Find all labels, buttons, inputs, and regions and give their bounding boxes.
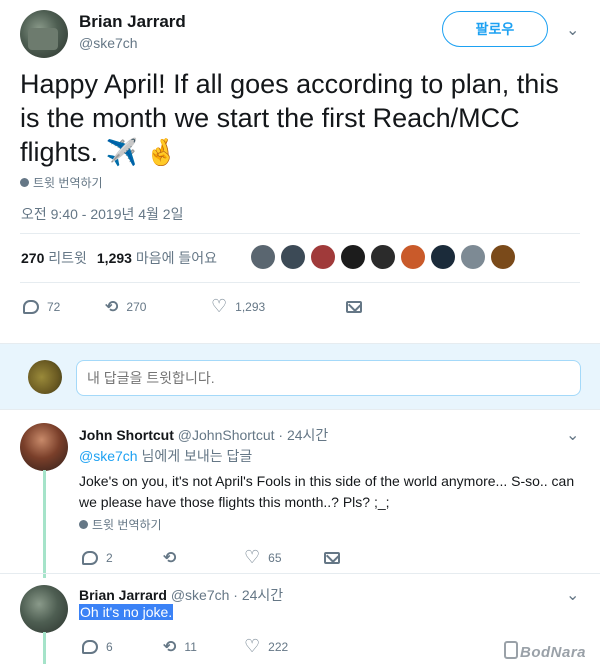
retweet-count: 11 (184, 639, 197, 654)
like-button[interactable]: ♡ 1,293 (211, 296, 346, 317)
tweet-text: Happy April! If all goes according to pl… (20, 67, 585, 169)
reply-count: 6 (106, 639, 113, 654)
liker-avatars (251, 245, 515, 269)
follow-button[interactable]: 팔로우 (442, 11, 548, 47)
heart-icon: ♡ (244, 636, 261, 656)
tweet-actions: 72 ⟲ 270 ♡ 1,293 (23, 296, 362, 317)
watermark: BodNara (520, 644, 587, 661)
reply-button[interactable]: 6 (82, 639, 163, 654)
watermark-icon (504, 641, 518, 659)
tweet-timestamp[interactable]: 오전 9:40 - 2019년 4월 2일 (21, 204, 183, 224)
liker-avatar[interactable] (281, 245, 305, 269)
like-stat-count: 1,293 (96, 250, 132, 266)
globe-icon (79, 520, 88, 529)
reply-author-name: John Shortcut (79, 427, 174, 443)
translate-label: 트윗 번역하기 (33, 176, 103, 190)
reply-text: Oh it's no joke. (79, 602, 584, 623)
like-stat[interactable]: 1,293 마음에 들어요 (97, 248, 217, 268)
reply-icon (82, 550, 98, 565)
reply-author-handle: @JohnShortcut (177, 427, 275, 443)
retweet-icon: ⟲ (163, 638, 177, 656)
reply-count: 72 (47, 299, 61, 314)
reply-button[interactable]: 72 (23, 299, 105, 314)
liker-avatar[interactable] (401, 245, 425, 269)
divider (20, 233, 580, 234)
retweet-icon: ⟲ (163, 549, 177, 567)
reply-time[interactable]: · 24시간 (278, 427, 328, 443)
reply-actions: 6 ⟲ 11 ♡ 222 (82, 636, 324, 657)
reply-text: Joke's on you, it's not April's Fools in… (79, 473, 575, 510)
main-tweet: Brian Jarrard @ske7ch 팔로우 ⌄ Happy April!… (0, 0, 600, 343)
retweet-icon: ⟲ (105, 298, 119, 316)
translate-link[interactable]: 트윗 번역하기 (79, 516, 162, 533)
liker-avatar[interactable] (461, 245, 485, 269)
tweet-stats: 270 리트윗 1,293 마음에 들어요 (21, 248, 217, 268)
retweet-button[interactable]: ⟲ (163, 548, 244, 568)
reply-icon (23, 299, 39, 314)
envelope-icon (324, 551, 340, 564)
liker-avatar[interactable] (371, 245, 395, 269)
divider (20, 282, 580, 283)
liker-avatar[interactable] (491, 245, 515, 269)
retweet-button[interactable]: ⟲ 11 (163, 637, 244, 657)
chevron-down-icon[interactable]: ⌄ (566, 20, 579, 40)
author-name[interactable]: Brian Jarrard (79, 12, 186, 32)
reply-icon (82, 639, 98, 654)
reply-mention[interactable]: @ske7ch (79, 448, 138, 464)
like-button[interactable]: ♡ 222 (244, 636, 324, 657)
retweet-stat-count: 270 (21, 250, 45, 266)
reply-text-selected: Oh it's no joke. (79, 604, 174, 620)
direct-message-button[interactable] (346, 300, 362, 313)
author-avatar[interactable] (20, 10, 68, 58)
like-count: 65 (268, 550, 282, 565)
reply-actions: 2 ⟲ ♡ 65 (82, 547, 340, 568)
heart-icon: ♡ (244, 547, 261, 567)
liker-avatar[interactable] (431, 245, 455, 269)
reply-author-name: Brian Jarrard (79, 587, 167, 603)
like-count: 222 (268, 639, 289, 654)
replying-to: @ske7ch 님에게 보내는 답글 (79, 446, 252, 466)
reply-input[interactable] (76, 360, 581, 396)
reply-avatar[interactable] (20, 423, 68, 471)
author-handle[interactable]: @ske7ch (79, 35, 138, 51)
chevron-down-icon[interactable]: ⌄ (566, 425, 579, 445)
reply-button[interactable]: 2 (82, 550, 163, 565)
globe-icon (20, 178, 29, 187)
reply-to-label: 님에게 보내는 답글 (137, 448, 253, 464)
thread-connector (43, 632, 46, 664)
liker-avatar[interactable] (311, 245, 335, 269)
like-count: 1,293 (235, 299, 266, 314)
reply-composer (0, 343, 600, 410)
retweet-stat-label: 리트윗 (48, 250, 87, 266)
like-stat-label: 마음에 들어요 (135, 250, 217, 266)
current-user-avatar (28, 360, 62, 394)
liker-avatar[interactable] (251, 245, 275, 269)
like-button[interactable]: ♡ 65 (244, 547, 324, 568)
retweet-count: 270 (126, 299, 147, 314)
tweet-emoji: ✈️ 🤞 (105, 137, 178, 167)
retweet-stat[interactable]: 270 리트윗 (21, 248, 87, 268)
direct-message-button[interactable] (324, 551, 340, 564)
reply-author[interactable]: John Shortcut @JohnShortcut · 24시간 (79, 425, 328, 445)
heart-icon: ♡ (211, 296, 228, 316)
reply-author-handle: @ske7ch (170, 587, 230, 603)
retweet-button[interactable]: ⟲ 270 (105, 297, 211, 317)
tweet-body: Happy April! If all goes according to pl… (20, 69, 559, 167)
liker-avatar[interactable] (341, 245, 365, 269)
reply-count: 2 (106, 550, 113, 565)
divider (0, 573, 600, 574)
translate-link[interactable]: 트윗 번역하기 (20, 174, 103, 191)
reply-avatar[interactable] (20, 585, 68, 633)
envelope-icon (346, 300, 362, 313)
translate-label: 트윗 번역하기 (92, 518, 162, 532)
thread-connector (43, 470, 46, 578)
reply-time[interactable]: · 24시간 (233, 587, 283, 603)
